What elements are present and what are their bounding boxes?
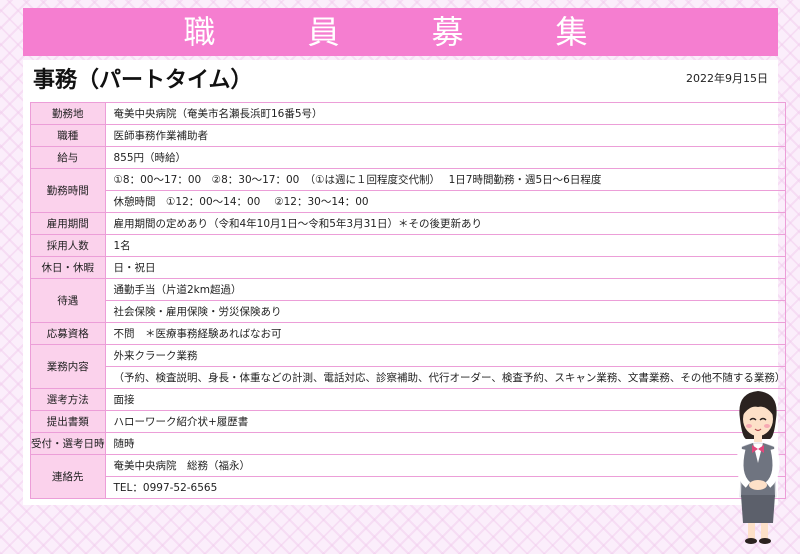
row-label: 勤務時間 [30, 168, 106, 213]
table-row: 雇用期間 雇用期間の定めあり（令和4年10月1日〜令和5年3月31日）＊その後更… [30, 212, 787, 235]
table-row: 勤務地 奄美中央病院（奄美市名瀬長浜町16番5号） [30, 102, 787, 125]
table-row: 休日・休暇 日・祝日 [30, 256, 787, 279]
table-row: 職種 医師事務作業補助者 [30, 124, 787, 147]
position-value: 医師事務作業補助者 [104, 124, 787, 147]
row-label: 待遇 [30, 278, 106, 323]
row-label: 受付・選考日時 [30, 432, 106, 455]
hours-shifts: ①8：00〜17：00 ②8：30〜17：00 （①は週に１回程度交代制） 1日… [104, 168, 787, 191]
row-label: 提出書類 [30, 410, 106, 433]
headcount-value: 1名 [104, 234, 787, 257]
row-label: 雇用期間 [30, 212, 106, 235]
row-label: 勤務地 [30, 102, 106, 125]
row-label: 給与 [30, 146, 106, 169]
duties-detail: （予約、検査説明、身長・体重などの計測、電話対応、診察補助、代行オーダー、検査予… [104, 366, 787, 389]
qualification-value: 不問 ＊医療事務経験あればなお可 [104, 322, 787, 345]
table-row: 休憩時間 ①12：00〜14：00 ②12：30〜14：00 [31, 190, 787, 213]
table-row: 待遇 通勤手当（片道2km超過） [30, 278, 787, 323]
contact-name: 奄美中央病院 総務（福永） [104, 454, 787, 477]
location-value: 奄美中央病院（奄美市名瀬長浜町16番5号） [104, 102, 787, 125]
recruitment-banner: 職 員 募 集 [23, 8, 778, 56]
row-label: 職種 [30, 124, 106, 147]
contact-phone: TEL：0997-52-6565 [104, 476, 787, 499]
documents-value: ハローワーク紹介状+履歴書 [104, 410, 787, 433]
table-row: 勤務時間 ①8：00〜17：00 ②8：30〜17：00 （①は週に１回程度交代… [30, 168, 787, 213]
job-title: 事務（パートタイム） [33, 68, 253, 93]
row-label: 業務内容 [30, 344, 106, 389]
table-row: 社会保険・雇用保険・労災保険あり [31, 300, 787, 323]
table-row: 提出書類 ハローワーク紹介状+履歴書 [30, 410, 787, 433]
salary-value: 855円（時給） [104, 146, 787, 169]
receptionist-illustration [736, 391, 780, 544]
table-row: 連絡先 奄美中央病院 総務（福永） [30, 454, 787, 499]
hours-break: 休憩時間 ①12：00〜14：00 ②12：30〜14：00 [104, 190, 787, 213]
table-row: 応募資格 不問 ＊医療事務経験あればなお可 [30, 322, 787, 345]
table-row: 選考方法 面接 [30, 388, 787, 411]
row-label: 選考方法 [30, 388, 106, 411]
holidays-value: 日・祝日 [104, 256, 787, 279]
duties-main: 外来クラーク業務 [104, 344, 787, 367]
row-label: 応募資格 [30, 322, 106, 345]
table-row: 給与 855円（時給） [30, 146, 787, 169]
benefits-commute: 通勤手当（片道2km超過） [104, 278, 787, 301]
period-value: 雇用期間の定めあり（令和4年10月1日〜令和5年3月31日）＊その後更新あり [104, 212, 787, 235]
benefits-insurance: 社会保険・雇用保険・労災保険あり [104, 300, 787, 323]
table-row: （予約、検査説明、身長・体重などの計測、電話対応、診察補助、代行オーダー、検査予… [31, 366, 787, 389]
table-row: 業務内容 外来クラーク業務 [30, 344, 787, 389]
row-label: 採用人数 [30, 234, 106, 257]
job-details-table: 勤務地 奄美中央病院（奄美市名瀬長浜町16番5号） 職種 医師事務作業補助者 給… [30, 102, 787, 499]
selection-value: 面接 [104, 388, 787, 411]
row-label: 休日・休暇 [30, 256, 106, 279]
posting-date: 2022年9月15日 [686, 72, 768, 85]
table-row: 受付・選考日時 随時 [30, 432, 787, 455]
schedule-value: 随時 [104, 432, 787, 455]
table-row: 採用人数 1名 [30, 234, 787, 257]
row-label: 連絡先 [30, 454, 106, 499]
table-row: TEL：0997-52-6565 [31, 476, 787, 499]
